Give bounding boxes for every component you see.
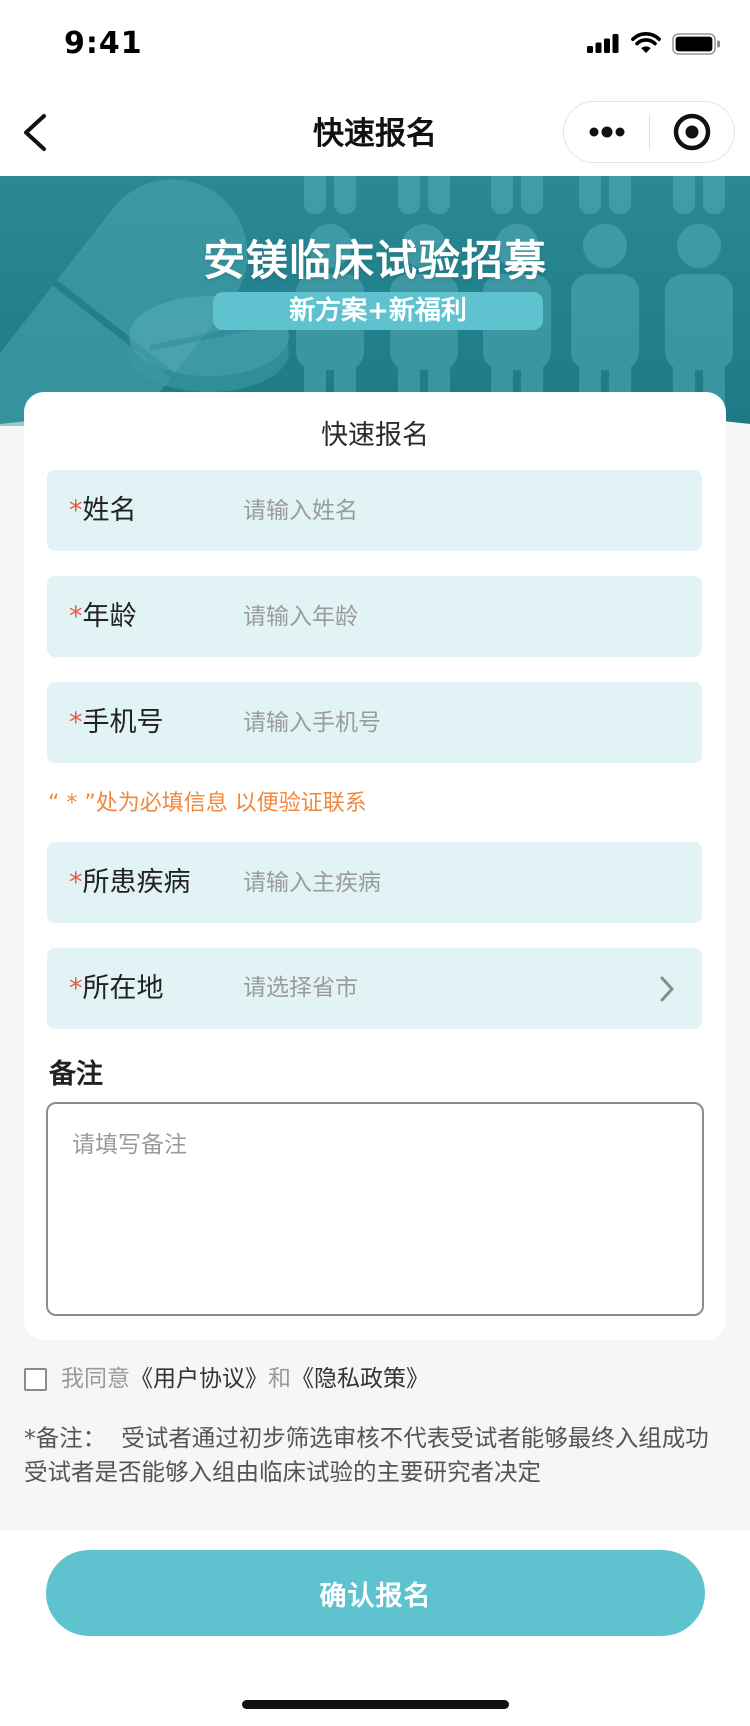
privacy-policy-link[interactable]: 《隐私政策》 [291,1366,429,1392]
location-placeholder: 请选择省市 [243,975,358,1001]
form-title: 快速报名 [321,420,429,451]
age-input[interactable] [243,576,673,657]
user-agreement-link[interactable]: 《用户协议》 [130,1366,268,1392]
phone-label: 手机号 [82,707,164,738]
agreement-text: 我同意《用户协议》和《隐私政策》 [61,1363,429,1395]
more-button[interactable] [564,102,649,162]
name-field[interactable]: *姓名 [47,470,702,551]
back-button[interactable] [14,108,62,156]
age-field[interactable]: *年龄 [47,576,702,657]
confirm-signup-button[interactable]: 确认报名 [46,1550,705,1636]
mini-program-capsule [563,101,735,163]
nav-bar: 快速报名 [0,88,750,176]
status-time: 9:41 [64,26,143,61]
disease-label: 所患疾病 [82,867,191,898]
field-label: *所患疾病 [69,842,191,923]
field-label: *手机号 [69,682,164,763]
status-bar: 9:41 [0,0,750,88]
banner-subtitle-badge: 新方案+新福利 [213,292,543,330]
required-mark: * [69,973,83,1004]
required-mark: * [69,495,83,526]
cellular-signal-icon [587,34,619,53]
required-mark: * [69,867,83,898]
banner-title: 安镁临床试验招募 [202,236,547,285]
target-icon [673,113,711,151]
agreement-conjunction: 和 [268,1366,291,1392]
required-hint: “ * ”处为必填信息 以便验证联系 [48,791,367,816]
recruitment-banner: 安镁临床试验招募 新方案+新福利 [0,176,750,426]
phone-input[interactable] [243,682,673,763]
note-line: *备注： 受试者通过初步筛选审核不代表受试者能够最终入组成功 [24,1424,709,1452]
disclaimer-note: *备注： 受试者通过初步筛选审核不代表受试者能够最终入组成功 受试者是否能够入组… [24,1421,744,1489]
screen: 9:41 快速报名 安镁临床试验招募 新方案+新福利 快速报名 *姓名 请输入姓… [0,0,750,1726]
chevron-right-icon [660,976,674,1002]
field-label: *年龄 [69,576,137,657]
disease-input[interactable] [243,842,673,923]
remark-textarea[interactable] [46,1102,704,1316]
wifi-icon [631,32,661,53]
required-mark: * [69,707,83,738]
name-input[interactable] [243,470,673,551]
note-line: 受试者是否能够入组由临床试验的主要研究者决定 [24,1458,541,1486]
home-indicator [242,1700,509,1709]
more-dots-icon [589,126,625,138]
field-label: *所在地 [69,948,164,1029]
close-mini-program-button[interactable] [650,102,734,162]
agreement-prefix: 我同意 [61,1366,130,1392]
location-label: 所在地 [82,973,164,1004]
page-title: 快速报名 [313,116,437,152]
signup-form-card: 快速报名 *姓名 *年龄 *手机号 “ * ”处为必填信息 以便验证联系 *所患… [24,392,726,1340]
age-label: 年龄 [82,601,137,632]
battery-icon [672,33,720,55]
required-mark: * [69,601,83,632]
agreement-checkbox[interactable] [24,1368,47,1391]
field-label: *姓名 [69,470,137,551]
location-picker[interactable]: *所在地 请选择省市 [47,948,702,1029]
remark-label: 备注 [49,1059,103,1090]
chevron-left-icon [24,114,46,151]
phone-field[interactable]: *手机号 [47,682,702,763]
disease-field[interactable]: *所患疾病 [47,842,702,923]
name-label: 姓名 [82,495,137,526]
